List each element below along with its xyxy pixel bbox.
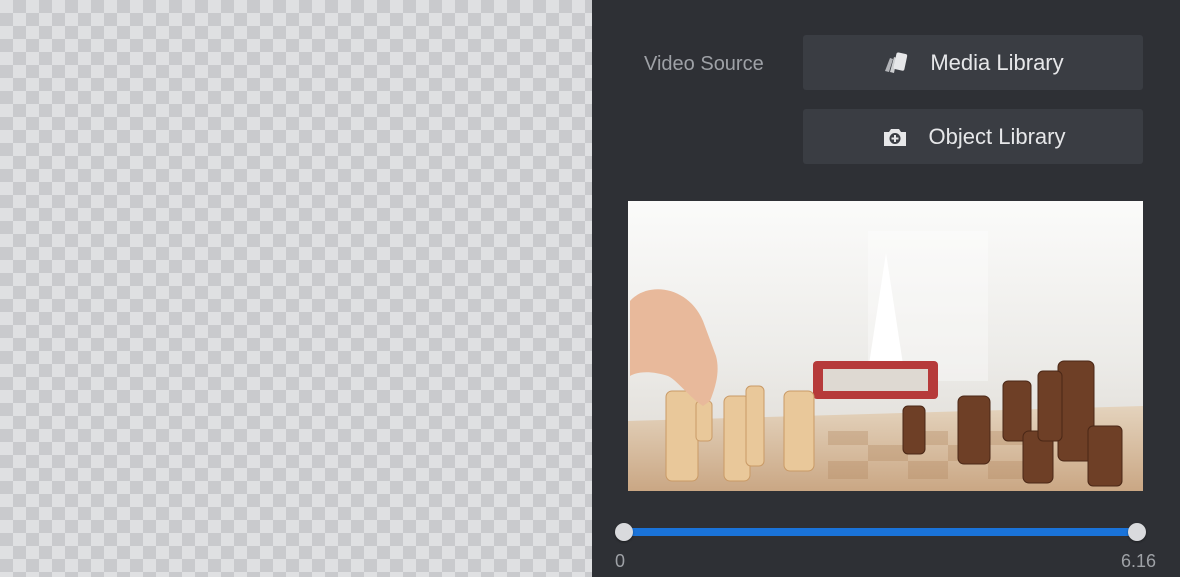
camera-add-icon <box>881 123 909 151</box>
media-cards-icon <box>882 49 910 77</box>
media-library-label: Media Library <box>930 49 1064 75</box>
video-preview <box>628 201 1143 491</box>
video-settings-panel: Video Source Media Library Object Librar… <box>592 0 1180 577</box>
object-library-label: Object Library <box>928 123 1066 149</box>
range-min-label: 0 <box>615 551 626 571</box>
trim-slider[interactable] <box>615 520 1146 544</box>
slider-range-fill <box>624 528 1137 536</box>
range-max-label: 6.16 <box>1120 551 1156 571</box>
slider-end-handle[interactable] <box>1128 523 1146 541</box>
slider-start-handle[interactable] <box>615 523 633 541</box>
object-library-button[interactable]: Object Library <box>803 109 1143 164</box>
video-source-label: Video Source <box>644 53 764 75</box>
transparent-canvas <box>0 0 592 577</box>
media-library-button[interactable]: Media Library <box>803 35 1143 90</box>
chess-video-frame <box>628 201 1143 491</box>
